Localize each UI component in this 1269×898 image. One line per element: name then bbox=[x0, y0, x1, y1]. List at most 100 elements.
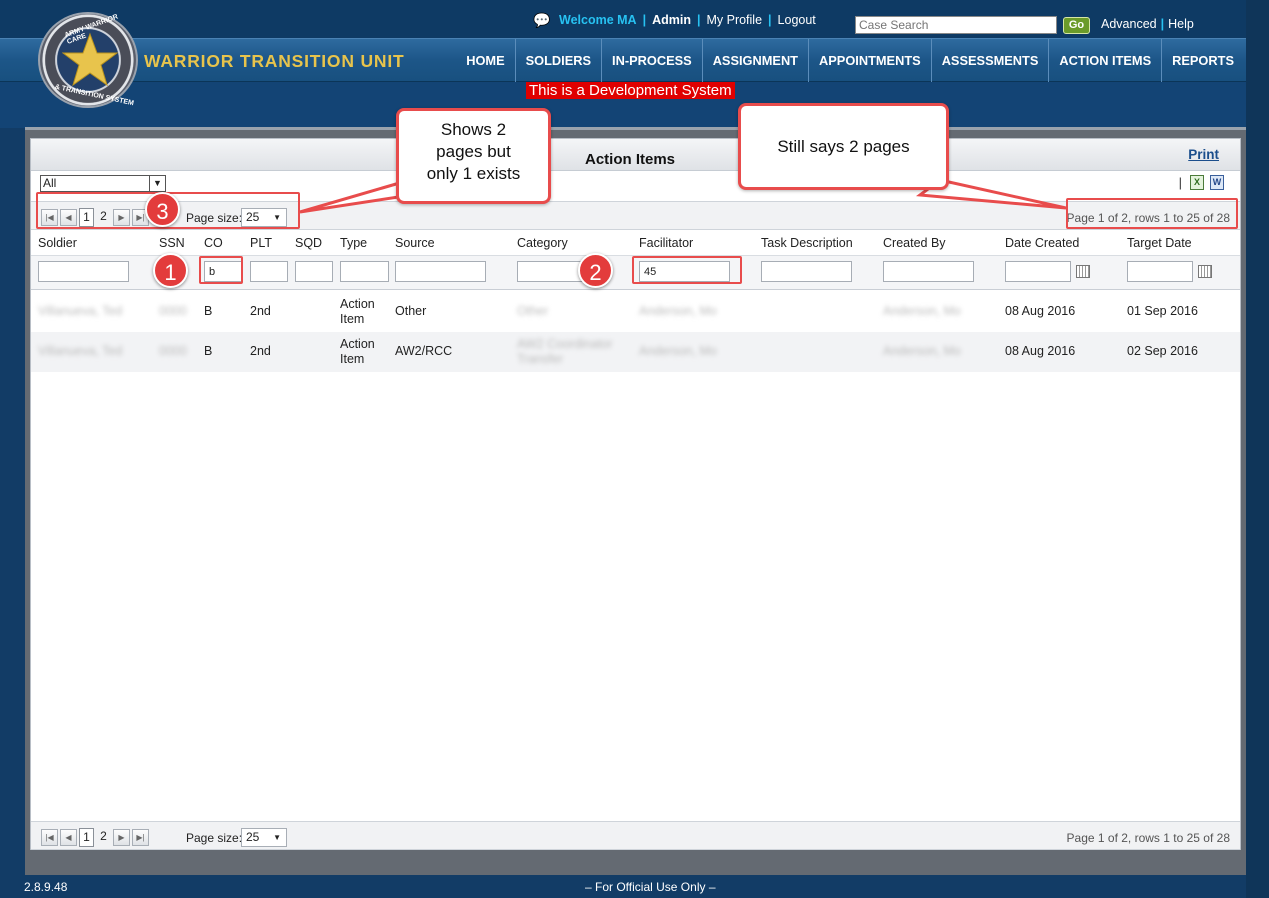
nav-assignment[interactable]: ASSIGNMENT bbox=[701, 39, 808, 83]
target-date-filter-input[interactable] bbox=[1127, 261, 1193, 282]
target-date-cell: 02 Sep 2016 bbox=[1127, 344, 1198, 358]
nav-appointments[interactable]: APPOINTMENTS bbox=[808, 39, 931, 83]
welcome-text: Welcome MA bbox=[559, 13, 637, 27]
user-links: 💬 Welcome MA | Admin | My Profile | Logo… bbox=[533, 12, 816, 28]
calendar-icon[interactable] bbox=[1076, 265, 1090, 278]
annotation-badge-1: 1 bbox=[153, 253, 188, 288]
table-row[interactable]: Villanueva, Ted 0000 B 2nd Action Item Ot… bbox=[31, 292, 1240, 332]
annotation-badge-2: 2 bbox=[578, 253, 613, 288]
separator: | bbox=[1160, 17, 1165, 31]
type-cell: Action Item bbox=[340, 337, 375, 367]
source-cell: Other bbox=[395, 304, 427, 318]
version-text: 2.8.9.48 bbox=[24, 880, 68, 894]
page-size-label: Page size: bbox=[186, 831, 243, 845]
ssn-cell: 0000 bbox=[159, 304, 187, 318]
col-co[interactable]: CO bbox=[204, 236, 223, 250]
table-row[interactable]: Villanueva, Ted 0000 B 2nd Action Item AW… bbox=[31, 332, 1240, 372]
advanced-help-links: Advanced | Help bbox=[1101, 17, 1194, 31]
soldier-filter-input[interactable] bbox=[38, 261, 129, 282]
next-page-icon[interactable]: ▶ bbox=[113, 829, 130, 846]
ssn-cell: 0000 bbox=[159, 344, 187, 358]
grid-header-row: Soldier SSN CO PLT SQD Type Source Categ… bbox=[31, 230, 1240, 255]
col-task-description[interactable]: Task Description bbox=[761, 236, 853, 250]
facilitator-cell: Anderson, Mo bbox=[639, 304, 717, 318]
page-title: Action Items bbox=[585, 151, 676, 168]
sqd-filter-input[interactable] bbox=[295, 261, 333, 282]
soldier-cell[interactable]: Villanueva, Ted bbox=[38, 344, 122, 359]
type-line-2: Item bbox=[340, 352, 365, 366]
annotation-badge-3: 3 bbox=[145, 192, 180, 227]
col-plt[interactable]: PLT bbox=[250, 236, 272, 250]
last-page-icon[interactable]: ▶| bbox=[132, 829, 149, 846]
col-sqd[interactable]: SQD bbox=[295, 236, 322, 250]
col-target-date[interactable]: Target Date bbox=[1127, 236, 1192, 250]
callout-left-line-3: only 1 exists bbox=[426, 164, 521, 183]
separator: | bbox=[768, 13, 772, 27]
page-number-1[interactable]: 1 bbox=[79, 828, 94, 847]
main-nav: HOME SOLDIERS IN-PROCESS ASSIGNMENT APPO… bbox=[456, 39, 1244, 83]
print-link[interactable]: Print bbox=[1188, 147, 1219, 162]
co-cell: B bbox=[204, 304, 213, 318]
chat-bubbles-icon[interactable]: 💬 bbox=[533, 12, 553, 28]
date-created-cell: 08 Aug 2016 bbox=[1005, 304, 1076, 318]
calendar-icon[interactable] bbox=[1198, 265, 1212, 278]
created-by-filter-input[interactable] bbox=[883, 261, 974, 282]
advanced-link[interactable]: Advanced bbox=[1101, 17, 1157, 31]
soldier-cell[interactable]: Villanueva, Ted bbox=[38, 304, 122, 319]
col-created-by[interactable]: Created By bbox=[883, 236, 946, 250]
col-type[interactable]: Type bbox=[340, 236, 367, 250]
col-soldier[interactable]: Soldier bbox=[38, 236, 77, 250]
page-size-select[interactable]: 25 ▼ bbox=[241, 828, 287, 847]
co-cell: B bbox=[204, 344, 213, 358]
nav-action-items[interactable]: ACTION ITEMS bbox=[1048, 39, 1161, 83]
facilitator-cell: Anderson, Mo bbox=[639, 344, 717, 358]
right-edge bbox=[1246, 0, 1269, 898]
plt-cell: 2nd bbox=[250, 344, 271, 358]
col-source[interactable]: Source bbox=[395, 236, 435, 250]
separator: | bbox=[696, 13, 701, 27]
task-description-filter-input[interactable] bbox=[761, 261, 852, 282]
brand-title: WARRIOR TRANSITION UNIT bbox=[144, 51, 405, 71]
col-ssn[interactable]: SSN bbox=[159, 236, 185, 250]
date-created-filter-input[interactable] bbox=[1005, 261, 1071, 282]
prev-page-icon[interactable]: ◀ bbox=[60, 829, 77, 846]
nav-in-process[interactable]: IN-PROCESS bbox=[601, 39, 702, 83]
col-category[interactable]: Category bbox=[517, 236, 568, 250]
target-date-cell: 01 Sep 2016 bbox=[1127, 304, 1198, 318]
highlight-pager-info bbox=[1066, 198, 1238, 229]
action-items-grid-container: Action Items Print All ▼ | X W |◀ ◀ 1 2 … bbox=[30, 138, 1241, 850]
content-panel: Action Items Print All ▼ | X W |◀ ◀ 1 2 … bbox=[25, 127, 1246, 875]
official-use-notice: – For Official Use Only – bbox=[585, 880, 716, 894]
help-link[interactable]: Help bbox=[1168, 17, 1194, 31]
nav-reports[interactable]: REPORTS bbox=[1161, 39, 1244, 83]
page-number-2[interactable]: 2 bbox=[96, 828, 111, 847]
awcts-logo[interactable]: ARMY WARRIOR CARE & TRANSITION SYSTEM bbox=[38, 12, 138, 108]
export-excel-icon[interactable]: X bbox=[1190, 175, 1204, 190]
status-filter-select[interactable]: All ▼ bbox=[40, 175, 166, 192]
pager-buttons: |◀ ◀ 1 2 ▶ ▶| bbox=[41, 828, 149, 847]
title-bar: Action Items Print bbox=[31, 139, 1240, 171]
callout-still-says-2-pages: Still says 2 pages bbox=[738, 103, 949, 190]
category-line-2: Transfer bbox=[517, 352, 564, 366]
admin-link[interactable]: Admin bbox=[652, 13, 691, 27]
plt-filter-input[interactable] bbox=[250, 261, 288, 282]
pager-bottom: |◀ ◀ 1 2 ▶ ▶| Page size: 25 ▼ Page 1 of … bbox=[31, 821, 1240, 850]
nav-assessments[interactable]: ASSESSMENTS bbox=[930, 39, 1049, 83]
logout-link[interactable]: Logout bbox=[778, 13, 816, 27]
col-date-created[interactable]: Date Created bbox=[1005, 236, 1079, 250]
first-page-icon[interactable]: |◀ bbox=[41, 829, 58, 846]
chevron-down-icon: ▼ bbox=[149, 176, 165, 191]
go-button[interactable]: Go bbox=[1063, 17, 1090, 34]
type-filter-input[interactable] bbox=[340, 261, 389, 282]
col-facilitator[interactable]: Facilitator bbox=[639, 236, 693, 250]
highlight-facilitator-filter bbox=[632, 256, 742, 284]
case-search-input[interactable] bbox=[855, 16, 1057, 34]
my-profile-link[interactable]: My Profile bbox=[706, 13, 762, 27]
source-filter-input[interactable] bbox=[395, 261, 486, 282]
nav-home[interactable]: HOME bbox=[456, 39, 514, 83]
created-by-cell: Anderson, Mo bbox=[883, 344, 961, 358]
type-line-1: Action bbox=[340, 337, 375, 351]
page-size-value: 25 bbox=[246, 830, 260, 844]
nav-soldiers[interactable]: SOLDIERS bbox=[514, 39, 601, 83]
export-word-icon[interactable]: W bbox=[1210, 175, 1224, 190]
